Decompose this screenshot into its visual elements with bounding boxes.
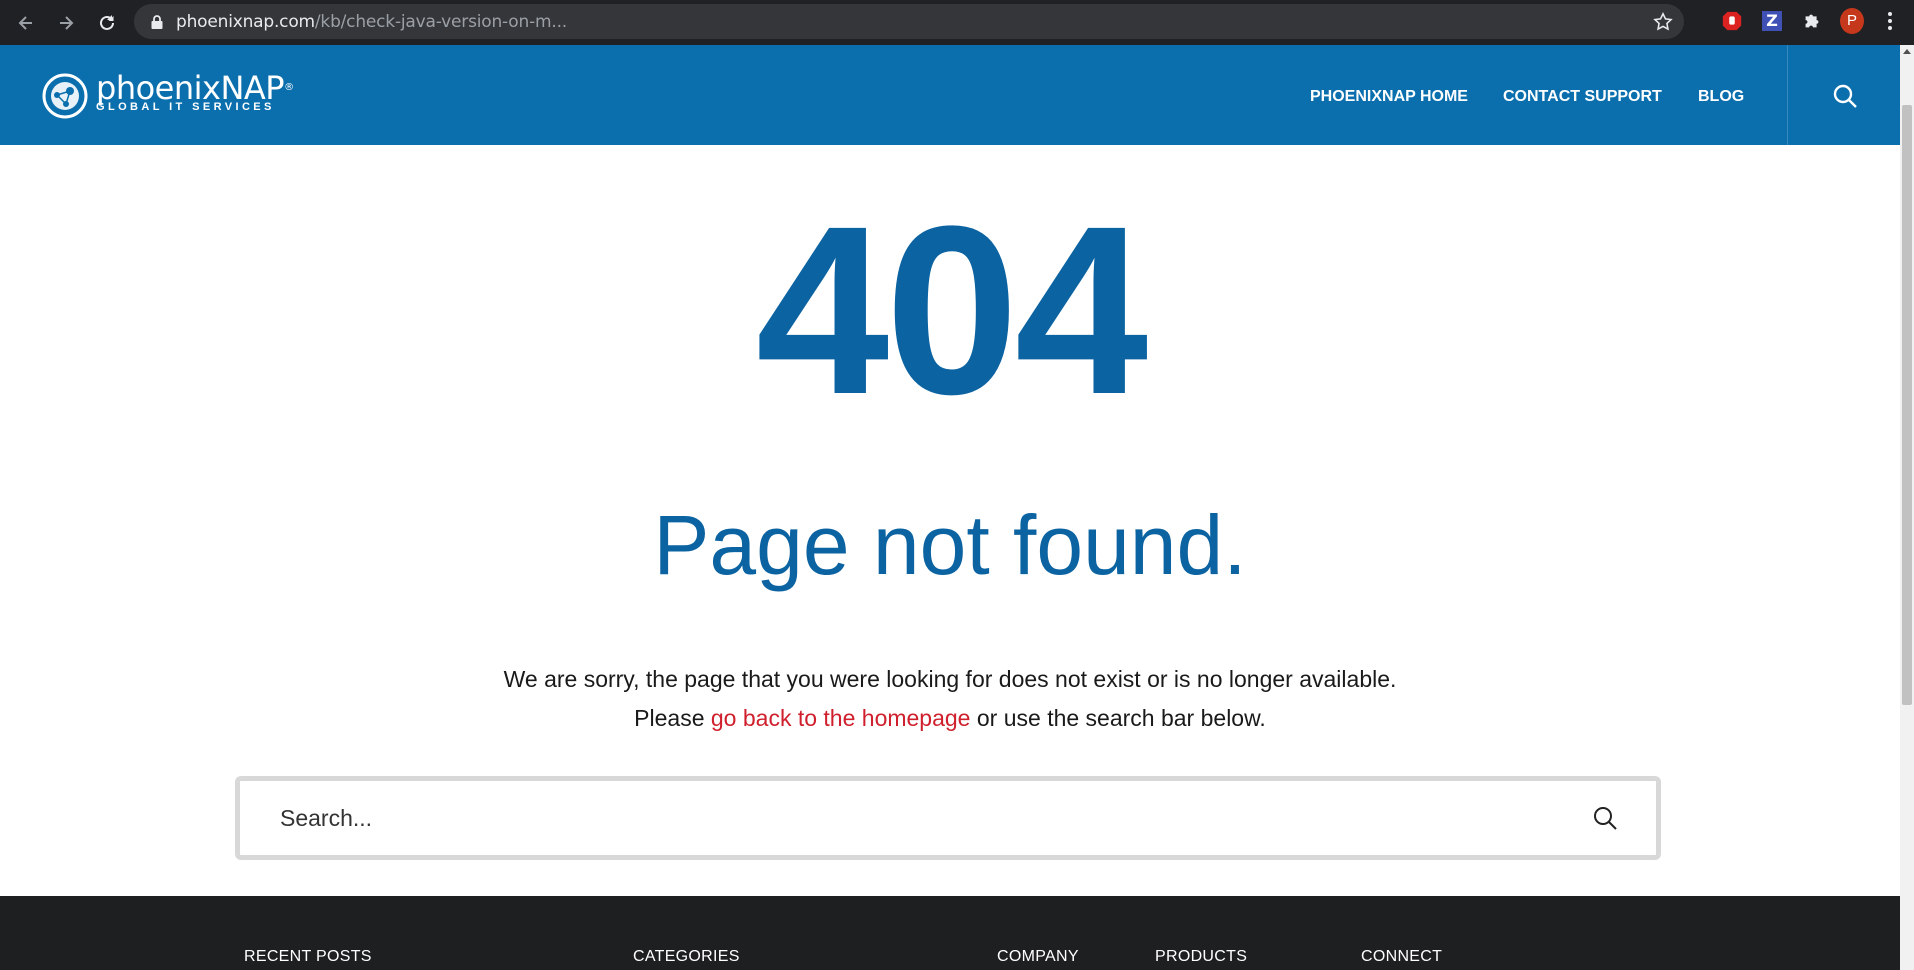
footer-connect: CONNECT bbox=[1361, 948, 1443, 965]
url-path: /kb/check-java-version-on-m... bbox=[314, 11, 567, 32]
error-message-line1: We are sorry, the page that you were loo… bbox=[503, 666, 1397, 692]
error-message-line2: Please go back to the homepage or use th… bbox=[0, 703, 1900, 733]
message-suffix: or use the search bar below. bbox=[970, 705, 1266, 731]
header-divider bbox=[1787, 45, 1788, 145]
footer-categories: CATEGORIES bbox=[633, 948, 740, 965]
lock-icon bbox=[151, 14, 163, 29]
z-extension-icon[interactable]: Z bbox=[1760, 9, 1784, 33]
logo-name: phoenixNAP® bbox=[96, 69, 294, 107]
footer-company: COMPANY bbox=[997, 948, 1079, 965]
arrow-left-icon bbox=[18, 15, 32, 30]
footer-recent-posts: RECENT POSTS bbox=[244, 948, 372, 965]
scroll-thumb[interactable] bbox=[1902, 105, 1912, 705]
page-title: Page not found. bbox=[653, 498, 1247, 592]
footer-products: PRODUCTS bbox=[1155, 948, 1248, 965]
search-box bbox=[235, 776, 1661, 860]
nav-phoenixnap-home[interactable]: PHOENIXNAP HOME bbox=[1310, 88, 1468, 106]
arrow-right-icon bbox=[60, 15, 74, 30]
address-bar[interactable]: phoenixnap.com/kb/check-java-version-on-… bbox=[134, 4, 1684, 39]
globe-logo-icon bbox=[42, 73, 88, 119]
error-message: We are sorry, the page that you were loo… bbox=[0, 664, 1900, 694]
avatar[interactable]: P bbox=[1840, 8, 1864, 34]
nav-blog[interactable]: BLOG bbox=[1698, 88, 1744, 106]
url-host: phoenixnap.com bbox=[176, 11, 315, 32]
page-scrollbar[interactable] bbox=[1900, 45, 1914, 970]
logo[interactable]: phoenixNAP® GLOBAL IT SERVICES bbox=[42, 69, 294, 119]
star-icon[interactable] bbox=[1652, 11, 1674, 33]
stop-hand-icon[interactable] bbox=[1720, 9, 1744, 33]
message-prefix: Please bbox=[634, 705, 711, 731]
logo-tagline: GLOBAL IT SERVICES bbox=[96, 101, 275, 113]
profile-initial: P bbox=[1840, 8, 1864, 34]
reload-button[interactable] bbox=[87, 0, 127, 45]
search-input[interactable] bbox=[240, 781, 1656, 855]
logo-trademark: ® bbox=[284, 82, 294, 93]
back-button[interactable] bbox=[6, 0, 46, 45]
error-code: 404 bbox=[755, 176, 1148, 444]
scroll-up-arrow[interactable] bbox=[1903, 49, 1911, 54]
kebab-menu-icon[interactable] bbox=[1878, 9, 1902, 33]
url-text: phoenixnap.com/kb/check-java-version-on-… bbox=[176, 12, 567, 32]
site-footer: RECENT POSTS CATEGORIES COMPANY PRODUCTS… bbox=[0, 896, 1900, 970]
search-icon[interactable] bbox=[1832, 83, 1858, 109]
browser-toolbar: phoenixnap.com/kb/check-java-version-on-… bbox=[0, 0, 1914, 45]
reload-icon bbox=[100, 14, 114, 30]
puzzle-icon[interactable] bbox=[1800, 9, 1824, 33]
site-header: phoenixNAP® GLOBAL IT SERVICES PHOENIXNA… bbox=[0, 45, 1900, 145]
nav-contact-support[interactable]: CONTACT SUPPORT bbox=[1503, 88, 1662, 106]
forward-button[interactable] bbox=[46, 0, 86, 45]
search-icon[interactable] bbox=[1592, 805, 1618, 831]
homepage-link[interactable]: go back to the homepage bbox=[711, 705, 971, 731]
